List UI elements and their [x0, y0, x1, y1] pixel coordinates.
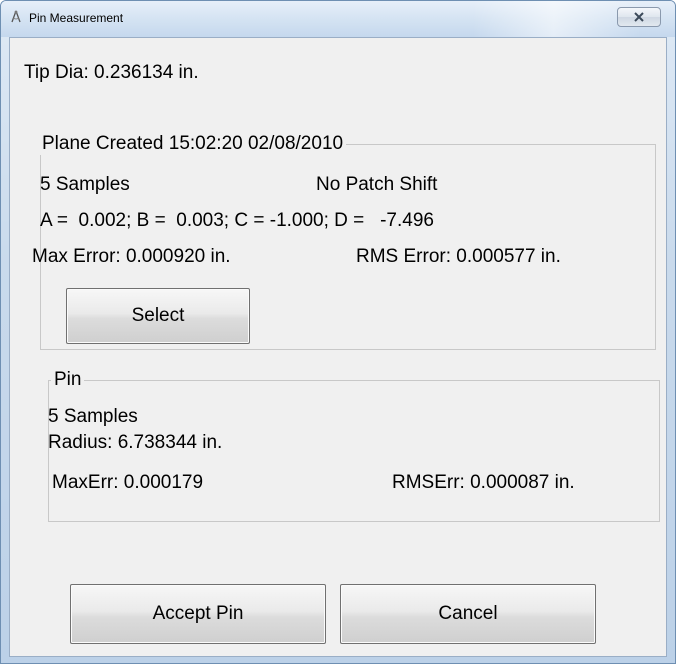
- title-bar[interactable]: Pin Measurement: [1, 1, 675, 37]
- select-button[interactable]: Select: [66, 288, 250, 344]
- pin-legend: Pin: [51, 369, 85, 391]
- cancel-button[interactable]: Cancel: [340, 584, 596, 644]
- plane-rms-error-text: RMS Error: 0.000577 in.: [356, 246, 561, 267]
- pin-rms-err-text: RMSErr: 0.000087 in.: [392, 472, 575, 493]
- pin-measurement-window: Pin Measurement Tip Dia: 0.236134 in. Pl…: [0, 0, 676, 664]
- compass-icon: [9, 10, 23, 24]
- close-icon: [633, 12, 645, 22]
- close-button[interactable]: [617, 7, 661, 27]
- plane-samples-text: 5 Samples: [40, 174, 130, 195]
- pin-samples-text: 5 Samples: [48, 406, 138, 427]
- patch-shift-text: No Patch Shift: [316, 174, 438, 195]
- plane-coefficients-text: A = 0.002; B = 0.003; C = -1.000; D = -7…: [40, 210, 434, 231]
- accept-pin-button[interactable]: Accept Pin: [70, 584, 326, 644]
- plane-legend: Plane Created 15:02:20 02/08/2010: [39, 133, 347, 155]
- tip-dia-text: Tip Dia: 0.236134 in.: [24, 62, 199, 83]
- dialog-body: Tip Dia: 0.236134 in. Plane Created 15:0…: [9, 37, 667, 657]
- pin-radius-text: Radius: 6.738344 in.: [48, 432, 223, 453]
- window-title: Pin Measurement: [29, 11, 124, 25]
- pin-max-err-text: MaxErr: 0.000179: [52, 472, 204, 493]
- plane-max-error-text: Max Error: 0.000920 in.: [32, 246, 231, 267]
